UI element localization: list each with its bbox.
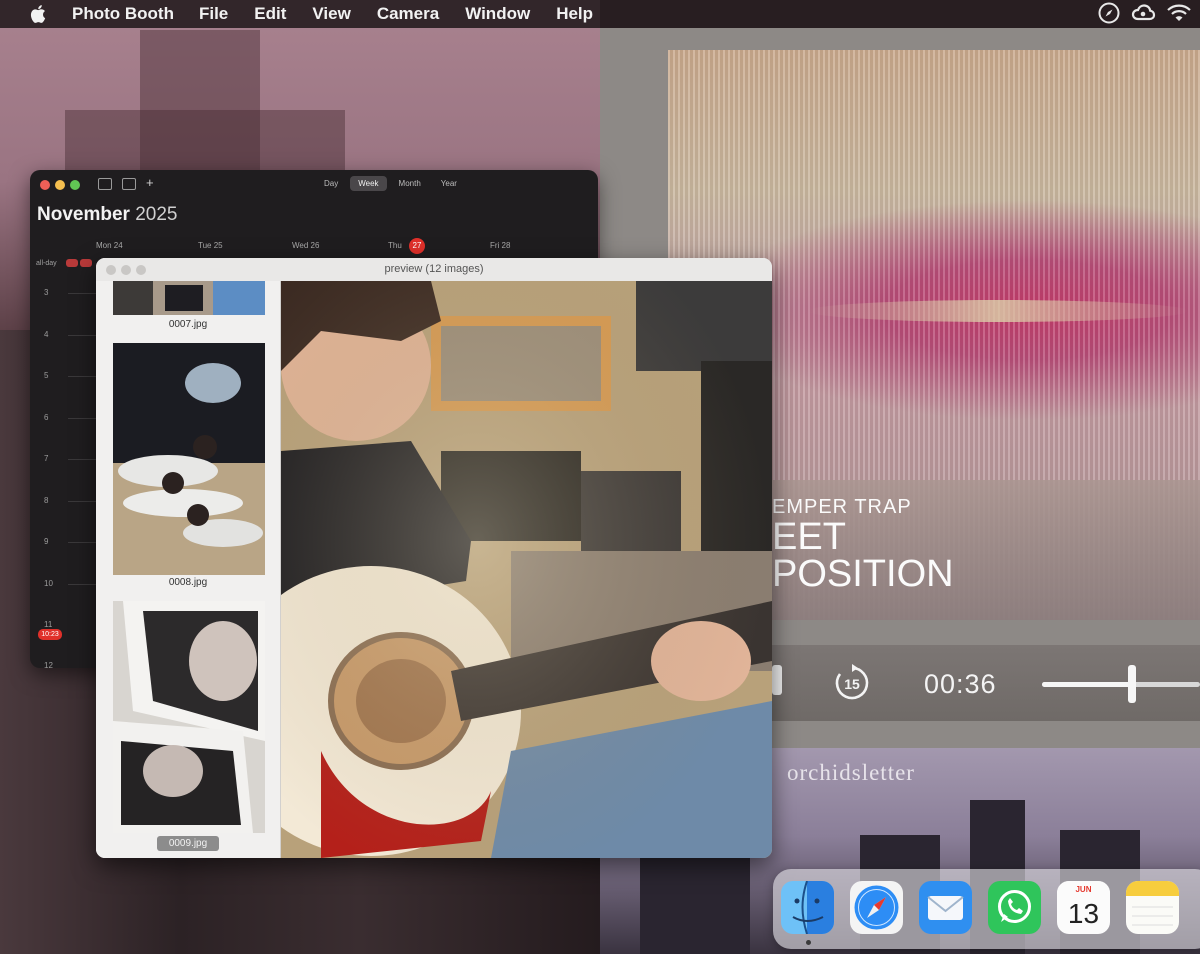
song-title-line-2: POSITION	[772, 553, 954, 595]
player-controls: 15 00:36	[772, 645, 1200, 721]
preview-window: preview (12 images) 0007.jpg 0008.jpg 00…	[96, 258, 772, 858]
time-readout: 00:36	[924, 669, 997, 699]
hour-label: 5	[44, 371, 49, 380]
menu-help[interactable]: Help	[556, 4, 593, 24]
menu-app-name[interactable]: Photo Booth	[72, 4, 174, 24]
volume-slider-fill	[1042, 682, 1133, 687]
view-year[interactable]: Year	[433, 176, 465, 191]
current-time-badge: 10:23	[38, 629, 62, 640]
hour-label: 3	[44, 288, 49, 297]
hour-label: 12	[44, 661, 53, 668]
thumbnail-sidebar[interactable]: 0007.jpg 0008.jpg 0009.jpg	[96, 281, 281, 858]
minimize-button[interactable]	[55, 180, 65, 190]
running-indicator	[806, 940, 811, 945]
thumbnail-label-selected[interactable]: 0009.jpg	[96, 836, 280, 851]
day-header[interactable]: Fri 28	[490, 241, 510, 250]
thumbnail-label[interactable]: 0008.jpg	[96, 577, 280, 588]
thumbnail-label[interactable]: 0007.jpg	[96, 319, 280, 330]
compass-icon[interactable]	[1098, 2, 1120, 24]
hour-label: 6	[44, 413, 49, 422]
hour-label: 7	[44, 454, 49, 463]
watermark: orchidsletter	[787, 760, 915, 785]
all-day-event[interactable]	[66, 259, 78, 267]
day-header-today[interactable]: Thu	[388, 241, 402, 250]
calendar-month-title: November 2025	[37, 204, 177, 226]
menu-camera[interactable]: Camera	[377, 4, 439, 24]
calendar-app-icon[interactable]: JUN 13	[1057, 881, 1110, 934]
calendar-month: November	[37, 204, 130, 225]
hour-label: 8	[44, 496, 49, 505]
status-menu-area	[1098, 2, 1192, 24]
hour-label: 10	[44, 579, 53, 588]
wifi-icon[interactable]	[1166, 2, 1192, 24]
all-day-event[interactable]	[80, 259, 92, 267]
safari-icon[interactable]	[850, 881, 903, 934]
close-button[interactable]	[40, 180, 50, 190]
all-day-label: all-day	[36, 260, 57, 267]
mail-icon[interactable]	[919, 881, 972, 934]
inbox-icon[interactable]	[122, 178, 136, 190]
menu-file[interactable]: File	[199, 4, 228, 24]
preview-main-image[interactable]	[281, 281, 772, 858]
day-header[interactable]: Tue 25	[198, 241, 223, 250]
view-month[interactable]: Month	[391, 176, 429, 191]
dock: JUN 13	[773, 869, 1200, 949]
calendar-titlebar: + Day Week Month Year	[30, 170, 598, 198]
dock-calendar-month: JUN	[1075, 885, 1091, 894]
volume-slider-thumb[interactable]	[1128, 665, 1137, 703]
sidebar-toggle-icon[interactable]	[98, 178, 112, 190]
skip-seconds-label: 15	[844, 676, 860, 692]
thumbnail-image[interactable]	[113, 601, 265, 833]
zoom-button[interactable]	[70, 180, 80, 190]
apple-icon[interactable]	[28, 3, 50, 25]
day-header[interactable]: Wed 26	[292, 241, 319, 250]
hour-label: 9	[44, 537, 49, 546]
view-day[interactable]: Day	[316, 176, 346, 191]
thumbnail-image[interactable]	[113, 281, 265, 315]
finder-icon[interactable]	[781, 881, 834, 934]
creative-cloud-icon[interactable]	[1130, 2, 1156, 24]
preview-window-title[interactable]: preview (12 images)	[96, 263, 772, 275]
view-switcher: Day Week Month Year	[316, 176, 465, 191]
notes-icon[interactable]	[1126, 881, 1179, 934]
menu-edit[interactable]: Edit	[254, 4, 286, 24]
day-header[interactable]: Mon 24	[96, 241, 123, 250]
preview-titlebar: preview (12 images)	[96, 258, 772, 282]
thumbnail-image[interactable]	[113, 343, 265, 575]
add-event-icon[interactable]: +	[146, 175, 154, 190]
calendar-day-headers: Mon 24 Tue 25 Wed 26 Thu 27 Fri 28	[30, 238, 598, 256]
playhead-handle[interactable]	[772, 665, 782, 695]
whatsapp-icon[interactable]	[988, 881, 1041, 934]
hour-label: 4	[44, 330, 49, 339]
calendar-year: 2025	[135, 204, 178, 225]
today-badge[interactable]: 27	[409, 238, 425, 254]
skip-forward-15-icon[interactable]: 15	[832, 663, 872, 703]
menu-window[interactable]: Window	[465, 4, 530, 24]
hour-label: 11	[44, 620, 53, 629]
view-week[interactable]: Week	[350, 176, 387, 191]
menu-bar: Photo Booth File Edit View Camera Window…	[0, 0, 1200, 28]
dock-calendar-day: 13	[1068, 898, 1099, 929]
menu-view[interactable]: View	[312, 4, 350, 24]
